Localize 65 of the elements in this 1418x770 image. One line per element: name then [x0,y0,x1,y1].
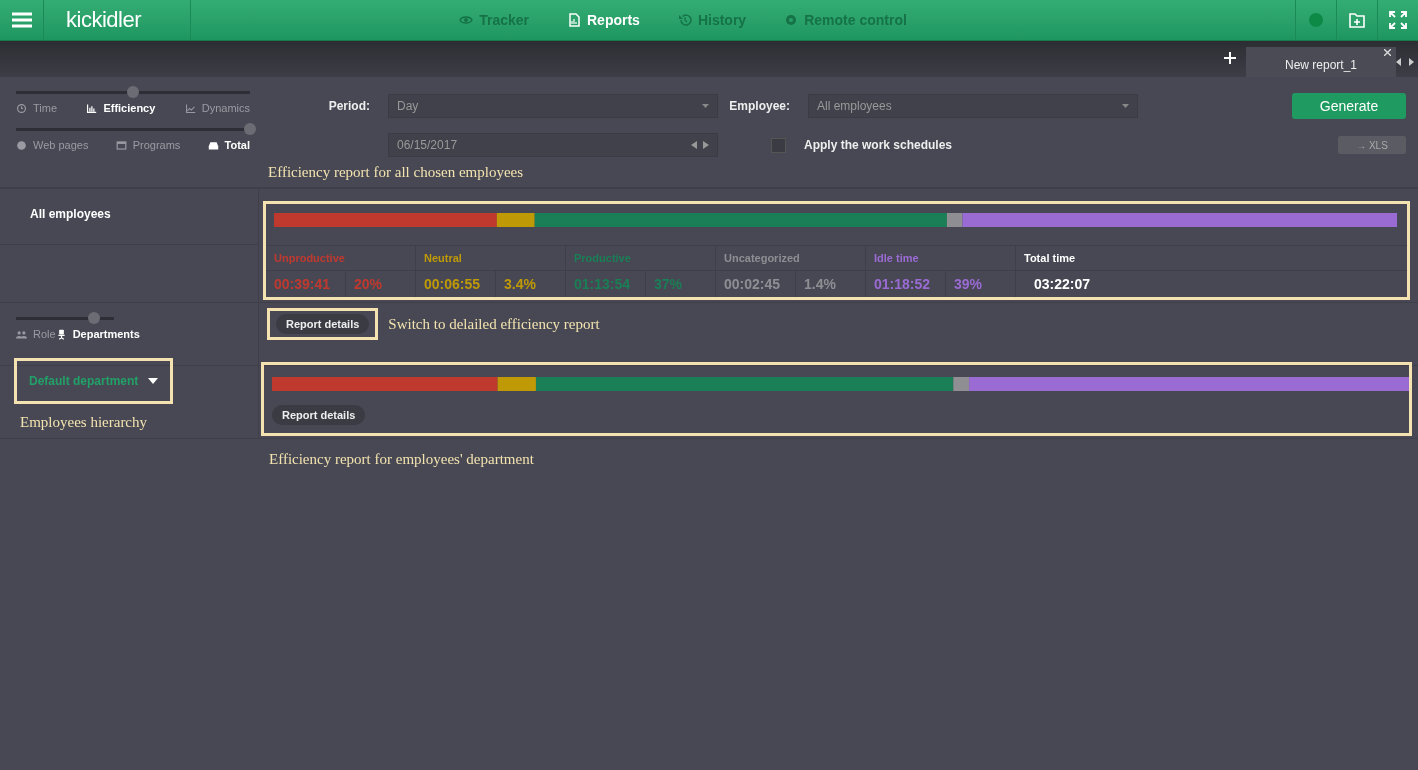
slider-option[interactable]: Time [16,102,58,114]
slider-option[interactable]: Departments [55,328,140,340]
people-icon [16,328,27,340]
employee-label: Employee: [728,99,791,113]
employee-name: All employees [0,189,258,245]
fullscreen-icon[interactable] [1389,11,1407,29]
annotation-text: Efficiency report for all chosen employees [268,164,525,181]
chair-icon [55,328,67,340]
slider-thumb[interactable] [244,123,256,135]
annotation-text: Switch to delailed efficiency report [388,315,600,333]
tray-icon [207,139,219,151]
category-time: 01:18:52 [866,271,946,297]
department-dropdown[interactable]: Default department [14,358,174,404]
slider-thumb[interactable] [88,312,101,324]
annotation-text: Efficiency report for employees' department [269,451,535,468]
category-label: Uncategorized [716,246,866,271]
period-dropdown[interactable]: Day [388,94,718,118]
report-details-button[interactable]: Report details [272,405,366,425]
slider-thumb[interactable] [127,86,139,98]
category-time: 00:06:55 [416,271,496,297]
annotation-text: Employees hierarchy [20,414,149,431]
report-tab[interactable]: New report_1 [1246,47,1396,77]
slider-option[interactable]: Efficiency [86,102,156,114]
generate-button[interactable]: Generate [1292,93,1406,119]
period-label: Period: [327,99,371,113]
category-percent: 20% [346,271,416,297]
slider-option[interactable]: Dynamics [184,102,250,114]
nav-tab[interactable]: Reports [563,8,644,32]
date-field[interactable]: 06/15/2017 [388,133,718,157]
category-percent: 39% [946,271,1016,297]
slider-option[interactable]: Programs [115,139,181,151]
slider-option[interactable]: Web pages [16,139,89,151]
caret-icon [702,104,709,108]
clock-icon [16,102,27,114]
scroll-arrows-icon[interactable] [1396,58,1414,66]
close-icon[interactable] [1384,49,1391,56]
slider-option[interactable]: Total [207,139,250,151]
category-time: 00:39:41 [266,271,346,297]
category-label: Neutral [416,246,566,271]
employee-dropdown[interactable]: All employees [808,94,1138,118]
logo: kickidler [44,0,191,40]
bars-icon [86,102,98,114]
total-label: Total time [1016,246,1407,271]
date-arrows-icon[interactable] [691,141,709,149]
caret-icon [1122,104,1129,108]
line-icon [184,102,196,114]
total-time: 03:22:07 [1033,275,1092,294]
checkbox-label: Apply the work schedules [804,138,953,152]
eye-icon [459,13,474,27]
history-icon [677,13,692,27]
add-folder-icon[interactable] [1348,11,1366,29]
category-label: Unproductive [266,246,416,271]
category-percent: 1.4% [796,271,866,297]
checkbox[interactable] [771,137,786,153]
category-percent: 3.4% [496,271,566,297]
slider-option[interactable]: Role [16,328,56,340]
window-icon [115,139,127,151]
xls-export-button[interactable]: → XLS [1338,136,1406,154]
category-time: 00:02:45 [716,271,796,297]
status-dot-icon [1309,13,1323,27]
category-label: Idle time [866,246,1016,271]
report-details-button[interactable]: Report details [276,314,370,334]
remote-icon [784,13,799,27]
caret-icon [148,378,159,384]
doc-icon [567,13,581,27]
